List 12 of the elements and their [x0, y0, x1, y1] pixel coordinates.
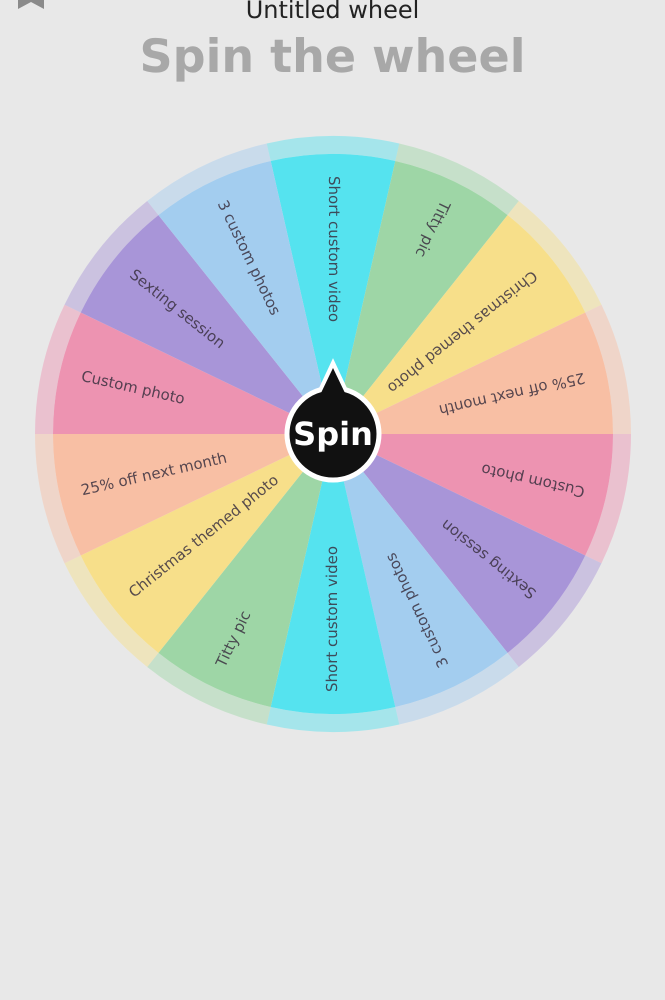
- prize-wheel[interactable]: [32, 134, 632, 734]
- segment-label: Short custom video: [322, 546, 341, 692]
- segment-label: Short custom video: [324, 176, 342, 322]
- segment-label: Custom photo: [478, 460, 586, 502]
- bookmark-icon[interactable]: [18, 0, 46, 9]
- window-title: Untitled wheel: [246, 0, 420, 24]
- segment-label: Titty pic: [411, 198, 454, 260]
- segment-label: 25% off next month: [78, 448, 228, 500]
- page-heading: Spin the wheel: [140, 28, 526, 85]
- segment-label: 25% off next month: [436, 368, 586, 420]
- segment-label: Custom photo: [79, 366, 186, 408]
- segment-label: Titty pic: [212, 608, 254, 670]
